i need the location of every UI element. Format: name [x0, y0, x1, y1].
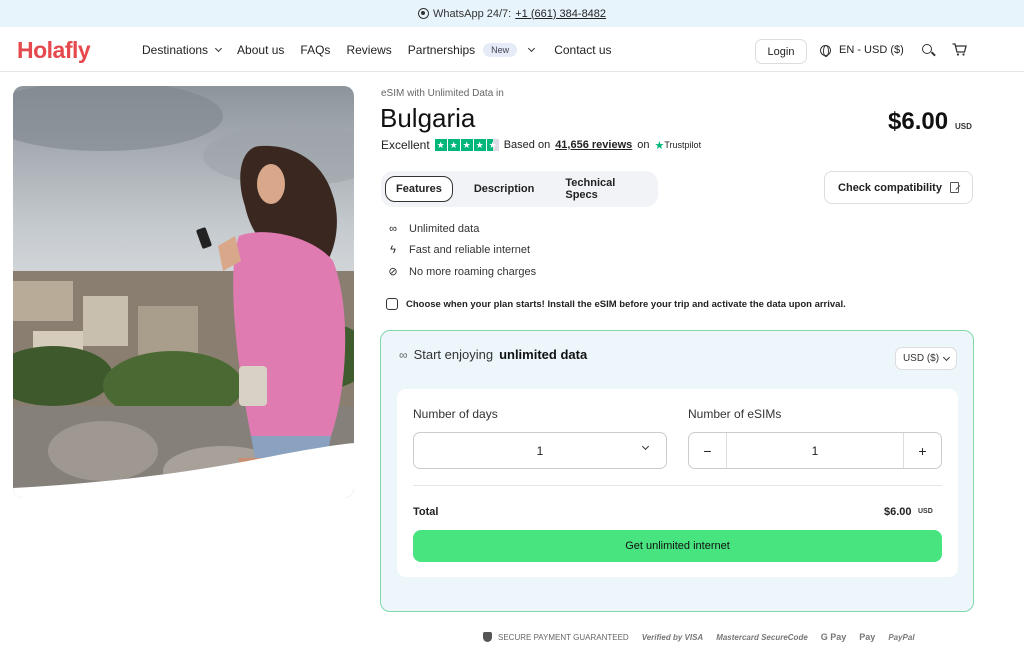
whatsapp-label: WhatsApp 24/7: — [432, 7, 512, 20]
top-announcement-bar: WhatsApp 24/7: +1 (661) 384-8482 — [0, 0, 1024, 27]
google-pay-logo: G Pay — [820, 632, 847, 642]
rating-word: Excellent — [381, 138, 430, 152]
visa-logo: Verified by VISA — [641, 632, 704, 642]
payment-methods: SECURE PAYMENT GUARANTEED Verified by VI… — [483, 632, 915, 642]
plan-form: Number of days Number of eSIMs 1 − 1 + T… — [397, 389, 958, 577]
star-icon: ★ — [460, 139, 473, 151]
nav-partnerships[interactable]: Partnerships New — [407, 42, 536, 57]
tab-technical-specs[interactable]: Technical Specs — [555, 171, 647, 207]
feature-label: Unlimited data — [409, 222, 480, 235]
on-text: on — [637, 139, 650, 151]
hand-tap-icon — [386, 298, 398, 310]
page-title: Bulgaria — [380, 103, 476, 133]
list-item: ⊘ No more roaming charges — [386, 261, 536, 283]
currency-select-value: USD ($) — [902, 353, 940, 364]
holafly-logo[interactable]: Holafly — [17, 37, 91, 64]
plan-heading-bold: unlimited data — [499, 347, 588, 362]
cart-icon[interactable] — [952, 43, 967, 56]
no-roaming-icon: ⊘ — [388, 266, 398, 279]
total-value: $6.00 — [884, 506, 912, 518]
tab-description[interactable]: Description — [464, 177, 545, 201]
check-compatibility-button[interactable]: Check compatibility — [824, 171, 973, 204]
tab-features[interactable]: Features — [385, 176, 453, 202]
language-currency-selector[interactable]: EN - USD ($) — [820, 44, 904, 57]
rating-stars: ★ ★ ★ ★ ★ — [434, 139, 499, 151]
hero-image — [13, 86, 354, 498]
feature-list: ∞ Unlimited data ϟ Fast and reliable int… — [386, 218, 536, 283]
product-eyebrow: eSIM with Unlimited Data in — [381, 88, 504, 99]
search-icon[interactable] — [922, 44, 932, 54]
days-label: Number of days — [413, 407, 498, 421]
product-tabs: Features Description Technical Specs — [381, 171, 658, 207]
plan-heading: ∞ Start enjoying unlimited data — [399, 347, 587, 362]
trustpilot-star-icon: ★ — [654, 139, 665, 152]
whatsapp-icon — [417, 8, 429, 19]
nav-faqs[interactable]: FAQs — [300, 43, 330, 57]
edit-document-icon — [949, 182, 959, 193]
reviews-link[interactable]: 41,656 reviews — [555, 139, 632, 151]
trustpilot-logo: Trustpilot — [664, 140, 702, 150]
whatsapp-phone-link[interactable]: +1 (661) 384-8482 — [515, 8, 606, 20]
globe-icon — [820, 44, 831, 57]
login-button[interactable]: Login — [755, 39, 807, 64]
increment-button[interactable]: + — [903, 433, 941, 468]
infinity-icon: ∞ — [399, 347, 408, 362]
shield-icon — [483, 632, 492, 642]
secure-payment-label: SECURE PAYMENT GUARANTEED — [498, 632, 629, 642]
days-select[interactable]: 1 — [413, 432, 667, 469]
esims-label: Number of eSIMs — [688, 407, 782, 421]
activation-note: Choose when your plan starts! Install th… — [386, 298, 846, 310]
divider — [413, 485, 942, 486]
mastercard-logo: Mastercard SecureCode — [716, 632, 808, 642]
chevron-down-icon — [215, 44, 223, 52]
plan-card: ∞ Start enjoying unlimited data USD ($) … — [380, 330, 974, 612]
list-item: ∞ Unlimited data — [386, 218, 536, 240]
based-on-text: Based on — [503, 139, 551, 151]
secure-payment: SECURE PAYMENT GUARANTEED — [483, 632, 629, 642]
infinity-icon: ∞ — [389, 222, 397, 235]
apple-pay-label: Pay — [859, 632, 876, 642]
price-currency: USD — [955, 122, 972, 131]
esims-value[interactable]: 1 — [727, 433, 903, 468]
apple-pay-logo: Pay — [859, 632, 875, 642]
activation-note-text: Choose when your plan starts! Install th… — [406, 298, 846, 310]
nav-partnerships-label: Partnerships — [407, 42, 476, 57]
star-icon: ★ — [473, 139, 486, 151]
chevron-down-icon — [641, 442, 650, 451]
feature-label: Fast and reliable internet — [409, 244, 531, 257]
chevron-down-icon — [943, 353, 951, 361]
list-item: ϟ Fast and reliable internet — [386, 240, 536, 262]
language-label: EN - USD ($) — [839, 44, 904, 56]
nav-destinations-label: Destinations — [142, 42, 209, 57]
days-value: 1 — [536, 443, 544, 458]
chevron-down-icon — [528, 44, 536, 52]
main-header: Holafly Destinations About us FAQs Revie… — [0, 27, 1024, 72]
star-half-icon: ★ — [486, 139, 499, 151]
nav-destinations[interactable]: Destinations — [142, 42, 223, 57]
paypal-logo: PayPal — [888, 632, 915, 642]
total-currency: USD — [918, 508, 933, 515]
get-unlimited-internet-button[interactable]: Get unlimited internet — [413, 530, 942, 562]
new-badge: New — [483, 42, 518, 57]
esims-stepper: − 1 + — [688, 432, 942, 469]
nav-reviews[interactable]: Reviews — [346, 43, 391, 57]
decrement-button[interactable]: − — [689, 433, 727, 468]
lightning-icon: ϟ — [390, 244, 396, 257]
currency-select[interactable]: USD ($) — [895, 347, 957, 370]
feature-label: No more roaming charges — [409, 265, 537, 278]
plan-heading-prefix: Start enjoying — [413, 347, 494, 362]
star-icon: ★ — [434, 139, 447, 151]
check-compatibility-label: Check compatibility — [838, 181, 942, 194]
nav-contact-us[interactable]: Contact us — [554, 43, 611, 57]
main-nav: Destinations About us FAQs Reviews Partn… — [142, 27, 628, 72]
trustpilot-rating: Excellent ★ ★ ★ ★ ★ Based on 41,656 revi… — [381, 138, 701, 152]
product-price: $6.00 — [888, 108, 949, 135]
star-icon: ★ — [447, 139, 460, 151]
nav-about-us[interactable]: About us — [237, 43, 284, 57]
total-label: Total — [413, 506, 439, 518]
